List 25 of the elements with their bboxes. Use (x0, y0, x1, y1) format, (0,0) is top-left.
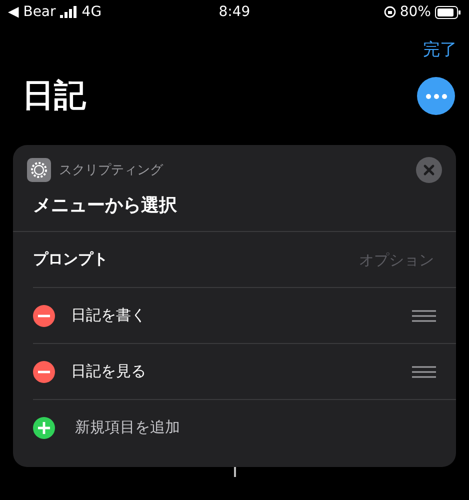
page-title: 日記 (22, 75, 86, 116)
back-link[interactable]: ◀ Bear (8, 4, 56, 20)
done-button[interactable]: 完了 (423, 38, 457, 61)
prompt-label: プロンプト (33, 250, 109, 269)
close-button[interactable] (416, 157, 442, 183)
remove-icon[interactable] (33, 304, 55, 326)
drag-handle-icon[interactable] (412, 366, 436, 378)
clock: 8:49 (218, 4, 250, 20)
network-label: 4G (82, 4, 102, 20)
rotation-lock-icon (384, 6, 396, 18)
close-icon (423, 164, 435, 176)
menu-item-label: 日記を見る (71, 362, 147, 381)
signal-icon (60, 6, 78, 18)
battery-percent: 80% (400, 4, 431, 20)
more-button[interactable] (417, 77, 455, 115)
drag-handle-icon[interactable] (412, 310, 436, 322)
prompt-field[interactable]: オプション (312, 250, 436, 270)
add-icon[interactable] (33, 416, 55, 438)
add-item-label[interactable]: 新規項目を追加 (71, 418, 436, 437)
action-title: メニューから選択 (32, 194, 178, 218)
category-label: スクリプティング (59, 162, 164, 179)
gear-icon (27, 158, 51, 182)
battery-icon (434, 6, 461, 18)
remove-icon[interactable] (33, 360, 55, 382)
menu-item-label: 日記を書く (71, 306, 147, 325)
